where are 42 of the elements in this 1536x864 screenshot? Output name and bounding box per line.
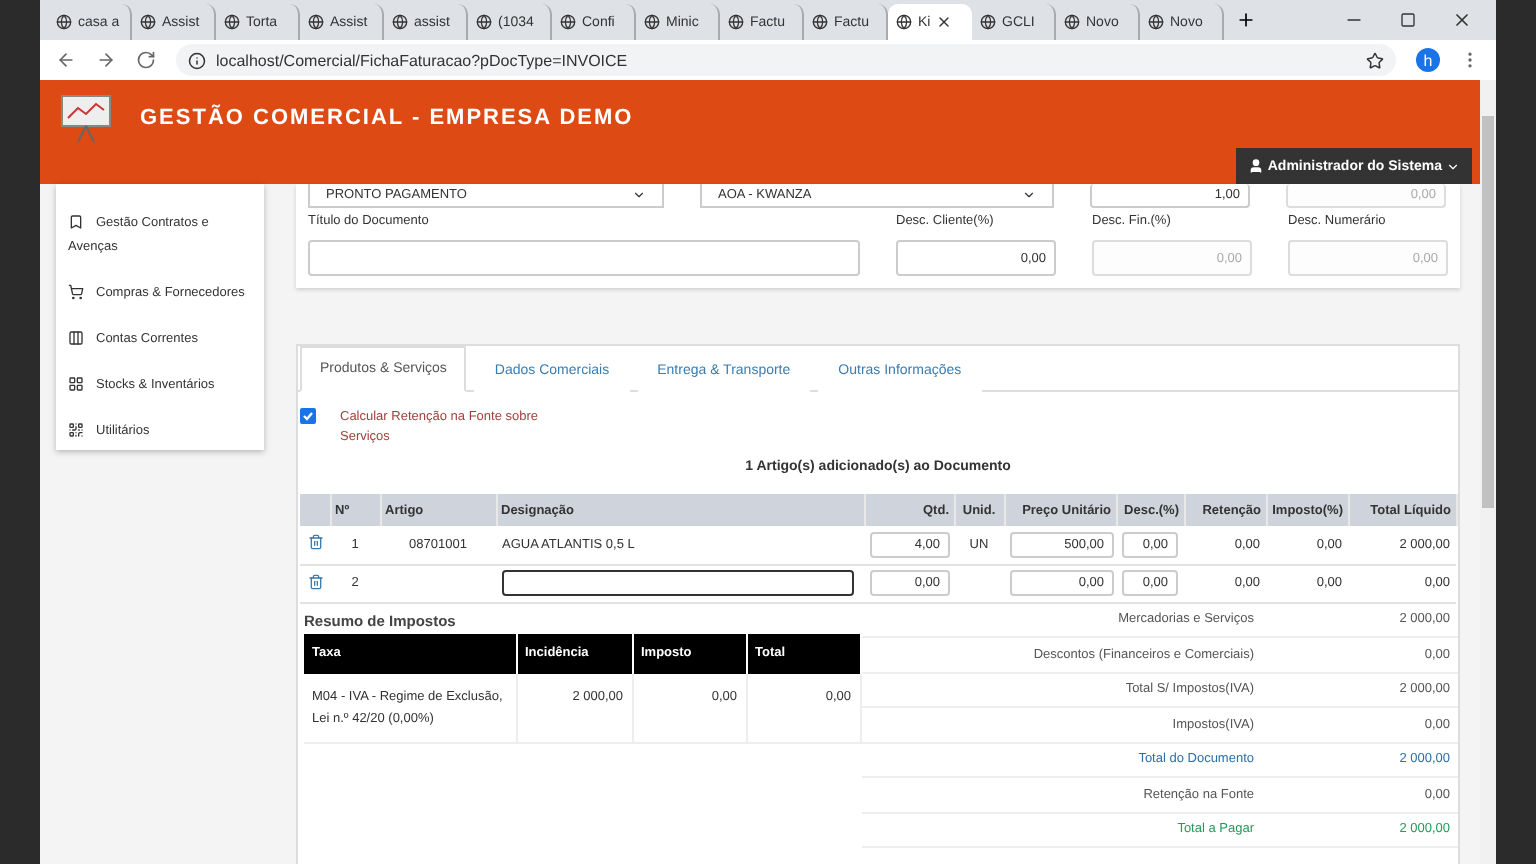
checkbox[interactable] — [300, 408, 316, 424]
globe-icon — [728, 14, 744, 30]
caret-icon — [1022, 188, 1036, 202]
columns-icon — [68, 330, 84, 347]
cart-icon — [68, 284, 84, 301]
globe-icon — [812, 14, 828, 30]
globe-icon — [896, 14, 912, 30]
delete-icon[interactable] — [307, 534, 323, 551]
star-icon[interactable] — [1366, 51, 1384, 69]
address-field[interactable]: localhost/Comercial/FichaFaturacao?pDocType=INVOICE — [176, 44, 1396, 76]
globe-icon — [392, 14, 408, 30]
input-field[interactable] — [308, 240, 860, 276]
globe-icon — [224, 14, 240, 30]
forward-icon[interactable] — [96, 50, 116, 70]
globe-icon — [560, 14, 576, 30]
close-icon[interactable] — [936, 14, 953, 30]
caret-icon — [632, 188, 646, 202]
globe-icon — [644, 14, 660, 30]
grid-icon — [68, 376, 84, 393]
info-icon — [188, 51, 206, 69]
delete-icon[interactable] — [307, 573, 323, 589]
scrollbar[interactable] — [1480, 80, 1496, 864]
new-tab-icon[interactable] — [1236, 10, 1256, 30]
globe-icon — [140, 14, 156, 30]
close-icon[interactable] — [1452, 10, 1472, 30]
app-title: GESTÃO COMERCIAL - EMPRESA DEMO — [140, 106, 634, 130]
globe-icon — [308, 14, 324, 30]
maximize-icon[interactable] — [1400, 12, 1416, 28]
bookmark-icon — [68, 214, 84, 231]
globe-icon — [1148, 14, 1164, 30]
profile-avatar[interactable]: h — [1416, 48, 1440, 72]
caret-icon — [1446, 159, 1460, 173]
globe-icon — [56, 14, 72, 30]
globe-icon — [1064, 14, 1080, 30]
reload-icon[interactable] — [136, 50, 156, 70]
designation-field[interactable] — [502, 570, 854, 596]
back-icon[interactable] — [56, 50, 76, 70]
qr-code-icon — [68, 422, 84, 439]
easel-chart-icon — [60, 92, 112, 144]
globe-icon — [980, 14, 996, 30]
user-icon — [1247, 158, 1264, 174]
globe-icon — [476, 14, 492, 30]
